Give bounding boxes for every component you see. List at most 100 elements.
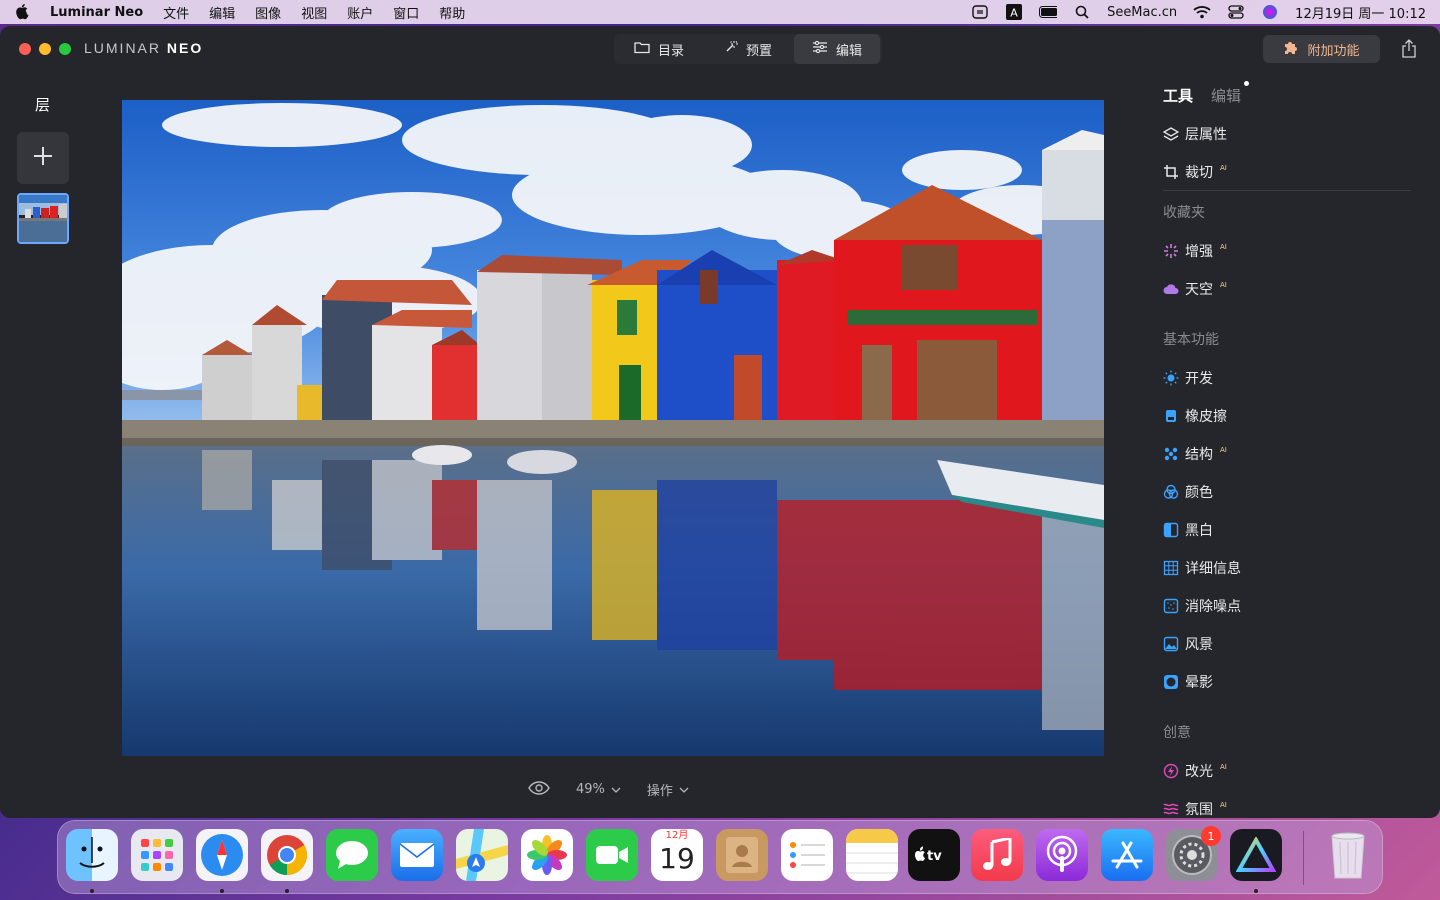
unsaved-dot xyxy=(1244,80,1250,86)
zoom-button[interactable] xyxy=(59,43,71,55)
apple-tv-icon[interactable]: tv xyxy=(908,829,960,881)
menu-site-label[interactable]: SeeMac.cn xyxy=(1107,5,1177,20)
menu-image[interactable]: 图像 xyxy=(255,3,281,22)
reminders-icon[interactable] xyxy=(781,829,833,881)
battery-icon[interactable] xyxy=(1039,5,1058,19)
menu-account[interactable]: 账户 xyxy=(347,3,373,22)
app-store-icon[interactable] xyxy=(1101,829,1153,881)
siri-icon[interactable] xyxy=(1261,5,1279,19)
logo-text-luminar: LUMINAR xyxy=(84,40,167,56)
tool-crop[interactable]: 裁切 AI xyxy=(1163,162,1227,182)
logo-text-neo: NEO xyxy=(166,40,204,56)
sky-icon xyxy=(1163,281,1179,297)
input-method-icon[interactable]: A xyxy=(1005,4,1023,20)
tab-edits[interactable]: 编辑 xyxy=(1211,80,1250,106)
tool-relight[interactable]: 改光 AI xyxy=(1163,761,1227,781)
layer-thumbnail[interactable] xyxy=(17,193,69,244)
mode-switcher: 目录 预置 编辑 xyxy=(614,34,883,64)
photo-canvas[interactable] xyxy=(122,100,1104,756)
enhance-icon xyxy=(1163,243,1179,259)
tool-bw[interactable]: 黑白 xyxy=(1163,520,1213,540)
landscape-icon xyxy=(1163,636,1179,652)
window-controls xyxy=(19,43,71,55)
tool-denoise[interactable]: 消除噪点 xyxy=(1163,596,1241,616)
tool-label: 天空 xyxy=(1185,282,1213,298)
tool-develop[interactable]: 开发 xyxy=(1163,368,1213,388)
menu-file[interactable]: 文件 xyxy=(163,3,189,22)
tool-eraser[interactable]: 橡皮擦 xyxy=(1163,406,1227,426)
control-center-icon[interactable] xyxy=(1227,5,1245,19)
share-icon[interactable] xyxy=(1401,39,1419,59)
tool-details[interactable]: 详细信息 xyxy=(1163,558,1241,578)
dock-separator xyxy=(1303,831,1304,885)
maps-icon[interactable] xyxy=(456,829,508,881)
trash-icon[interactable] xyxy=(1322,829,1374,881)
tool-landscape[interactable]: 风景 xyxy=(1163,634,1213,654)
menu-help[interactable]: 帮助 xyxy=(439,3,465,22)
wifi-icon[interactable] xyxy=(1193,5,1211,19)
tool-label: 结构 xyxy=(1185,447,1213,463)
menu-edit[interactable]: 编辑 xyxy=(209,3,235,22)
tab-edits-label: 编辑 xyxy=(1211,86,1242,105)
section-essentials: 基本功能 xyxy=(1163,332,1219,348)
music-icon[interactable] xyxy=(971,829,1023,881)
tool-label: 风景 xyxy=(1185,637,1213,653)
sync-icon[interactable] xyxy=(971,5,989,19)
running-indicator xyxy=(1254,889,1258,893)
extensions-button[interactable]: 附加功能 xyxy=(1263,35,1380,63)
photos-icon[interactable] xyxy=(521,829,573,881)
tool-sky[interactable]: 天空 AI xyxy=(1163,279,1227,299)
facetime-icon[interactable] xyxy=(586,829,638,881)
tool-label: 详细信息 xyxy=(1185,561,1241,577)
apple-icon[interactable] xyxy=(14,3,32,21)
actions-dropdown[interactable]: 操作 xyxy=(647,780,689,799)
search-icon[interactable] xyxy=(1073,5,1091,19)
eraser-icon xyxy=(1163,408,1179,424)
minimize-button[interactable] xyxy=(39,43,51,55)
tab-presets[interactable]: 预置 xyxy=(706,34,790,64)
tool-structure[interactable]: 结构 AI xyxy=(1163,444,1227,464)
tool-label: 增强 xyxy=(1185,244,1213,260)
section-creative: 创意 xyxy=(1163,725,1191,741)
tab-tools[interactable]: 工具 xyxy=(1163,85,1193,106)
menu-view[interactable]: 视图 xyxy=(301,3,327,22)
tool-label: 颜色 xyxy=(1185,485,1213,501)
zoom-dropdown[interactable]: 49% xyxy=(576,782,621,797)
eye-icon xyxy=(528,780,550,799)
tool-vignette[interactable]: 晕影 xyxy=(1163,672,1213,692)
notes-icon[interactable] xyxy=(846,829,898,881)
tool-label: 开发 xyxy=(1185,371,1213,387)
tool-atmosphere[interactable]: 氛围 AI xyxy=(1163,799,1227,818)
ai-badge: AI xyxy=(1220,281,1227,289)
luminar-neo-icon[interactable] xyxy=(1230,829,1282,881)
add-layer-button[interactable] xyxy=(17,132,69,184)
chrome-icon[interactable] xyxy=(261,829,313,881)
launchpad-icon[interactable] xyxy=(131,829,183,881)
preview-toggle[interactable] xyxy=(528,780,550,799)
chevron-down-icon xyxy=(611,782,621,797)
tab-catalog[interactable]: 目录 xyxy=(616,34,702,64)
canvas-toolbar: 49% 操作 xyxy=(528,780,689,799)
podcasts-icon[interactable] xyxy=(1036,829,1088,881)
tool-color[interactable]: 颜色 xyxy=(1163,482,1213,502)
safari-icon[interactable] xyxy=(196,829,248,881)
tool-enhance[interactable]: 增强 AI xyxy=(1163,241,1227,261)
calendar-icon[interactable]: 12月 19 xyxy=(651,829,703,881)
running-indicator xyxy=(90,889,94,893)
tool-label: 橡皮擦 xyxy=(1185,409,1227,425)
menu-window[interactable]: 窗口 xyxy=(393,3,419,22)
tools-panel: 工具 编辑 层属性 裁切 AI 收藏夹 增强 AI 天空 AI 基本功能 开发 橡皮擦 xyxy=(1163,80,1413,818)
contacts-icon[interactable] xyxy=(716,829,768,881)
close-button[interactable] xyxy=(19,43,31,55)
tab-edit[interactable]: 编辑 xyxy=(794,34,881,64)
mail-icon[interactable] xyxy=(391,829,443,881)
menu-app-name[interactable]: Luminar Neo xyxy=(50,5,143,20)
calendar-month: 12月 xyxy=(651,829,703,843)
menu-datetime[interactable]: 12月19日 周一 10:12 xyxy=(1295,3,1426,22)
crop-icon xyxy=(1163,164,1179,180)
messages-icon[interactable] xyxy=(326,829,378,881)
finder-icon[interactable] xyxy=(66,829,118,881)
tool-layer-properties[interactable]: 层属性 xyxy=(1163,124,1227,144)
layers-title: 层 xyxy=(35,96,51,114)
ai-badge: AI xyxy=(1220,446,1227,454)
